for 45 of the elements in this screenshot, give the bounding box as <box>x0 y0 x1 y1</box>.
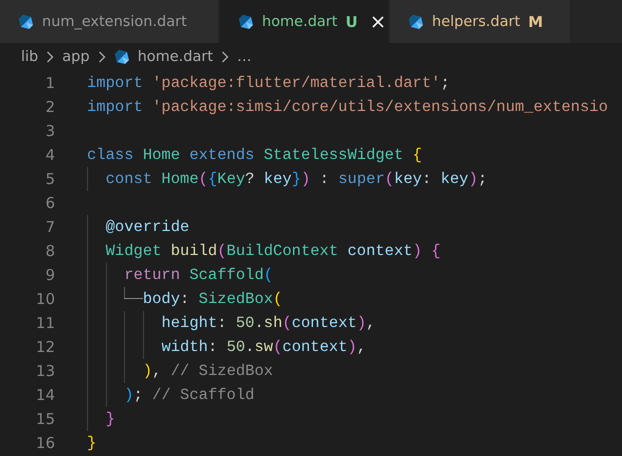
breadcrumb-item[interactable]: … <box>237 48 252 64</box>
line-number: 5 <box>44 170 55 188</box>
line-number: 15 <box>34 410 55 428</box>
code-line: body: SizedBox( <box>87 287 282 311</box>
close-icon <box>372 16 384 28</box>
chevron-right-icon <box>98 50 106 62</box>
breadcrumb-item[interactable]: lib <box>21 48 38 64</box>
breadcrumb-item[interactable]: app <box>62 48 90 64</box>
breadcrumb-item[interactable]: home.dart <box>138 48 214 64</box>
line-number: 13 <box>34 362 55 380</box>
code-line: import 'package:flutter/material.dart'; <box>87 73 450 94</box>
file-type-icon <box>18 14 34 30</box>
file-type-icon <box>238 14 254 30</box>
line-number: 9 <box>44 266 55 284</box>
editor-tab[interactable]: num_extension.dart <box>0 0 218 43</box>
line-number: 12 <box>34 338 55 356</box>
code-line: } <box>87 407 115 431</box>
line-number: 4 <box>44 146 55 164</box>
line-number: 3 <box>44 122 55 140</box>
chevron-right-icon <box>46 50 54 62</box>
code-line: width: 50.sw(context), <box>87 335 366 359</box>
code-line: ), // SizedBox <box>87 359 274 383</box>
code-line: return Scaffold( <box>87 263 274 287</box>
file-type-icon <box>408 14 424 30</box>
chevron-right-icon <box>221 50 230 62</box>
line-number: 10 <box>34 290 55 308</box>
line-number: 6 <box>44 194 55 212</box>
line-number: 11 <box>34 314 55 332</box>
editor-tab[interactable]: helpers.dart M <box>390 0 570 43</box>
code-line: @override <box>87 215 190 239</box>
editor-tab[interactable]: home.dart U <box>220 0 388 43</box>
line-number: 14 <box>34 386 55 404</box>
code-line: } <box>87 433 96 454</box>
line-number: 7 <box>44 218 55 236</box>
code-line: height: 50.sh(context), <box>87 311 376 335</box>
file-type-icon <box>114 48 130 64</box>
line-number: 2 <box>44 98 55 116</box>
code-line: const Home({Key? key}) : super(key: key); <box>87 167 488 191</box>
line-number: 1 <box>44 74 55 92</box>
line-number: 8 <box>44 242 55 260</box>
code-line: import 'package:simsi/core/utils/extensions/num_extensio <box>87 97 608 118</box>
code-line: Widget build(BuildContext context) { <box>87 239 441 263</box>
code-line: ); // Scaffold <box>87 383 254 407</box>
line-number: 16 <box>34 434 55 452</box>
code-line: class Home extends StatelessWidget { <box>87 145 422 166</box>
